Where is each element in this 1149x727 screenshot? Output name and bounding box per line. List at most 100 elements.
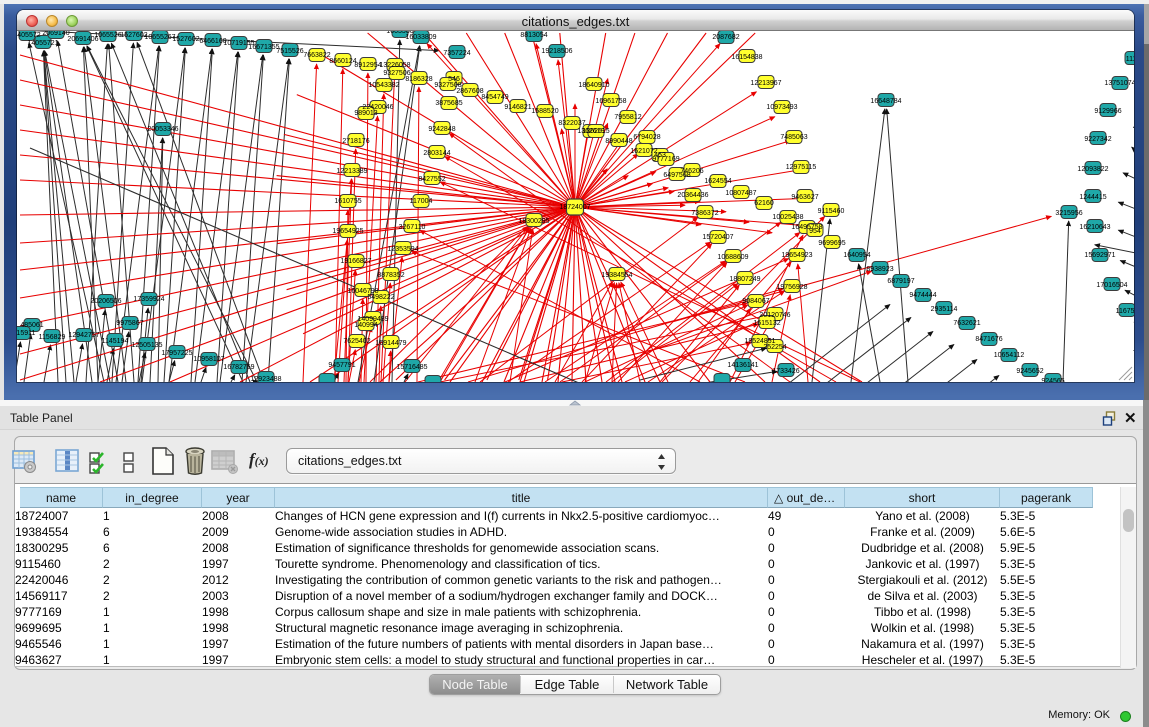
svg-text:10025438: 10025438: [772, 214, 803, 221]
svg-text:8322037: 8322037: [558, 120, 585, 127]
svg-text:16154838: 16154838: [731, 54, 762, 61]
svg-text:7955812: 7955812: [614, 114, 641, 121]
svg-text:19756928: 19756928: [776, 284, 807, 291]
svg-text:7663822: 7663822: [303, 52, 330, 59]
svg-text:19384554: 19384554: [601, 272, 632, 279]
svg-text:9146821: 9146821: [504, 104, 531, 111]
svg-text:9474444: 9474444: [909, 292, 936, 299]
svg-text:9084067: 9084067: [742, 298, 769, 305]
svg-text:62160: 62160: [754, 200, 774, 207]
svg-text:10958107: 10958107: [193, 356, 224, 363]
svg-text:1640954: 1640954: [843, 252, 870, 259]
svg-text:18640910: 18640910: [578, 82, 609, 89]
svg-text:12975115: 12975115: [786, 164, 817, 171]
svg-text:10655267: 10655267: [144, 34, 175, 41]
svg-text:17016504: 17016504: [1096, 282, 1127, 289]
svg-text:19654923: 19654923: [781, 252, 812, 259]
svg-text:20053346: 20053346: [147, 126, 178, 133]
svg-text:10654112: 10654112: [994, 352, 1025, 359]
svg-text:12093822: 12093822: [1077, 166, 1108, 173]
svg-text:20206506: 20206506: [90, 298, 121, 305]
svg-text:8813054: 8813054: [520, 32, 547, 39]
svg-text:1527602: 1527602: [172, 36, 199, 43]
svg-text:6794028: 6794028: [633, 134, 660, 141]
svg-text:16033809: 16033809: [405, 34, 436, 41]
svg-text:10807487: 10807487: [725, 190, 756, 197]
svg-text:9975867: 9975867: [116, 320, 143, 327]
svg-text:14055721: 14055721: [27, 40, 58, 47]
svg-text:8660124: 8660124: [329, 58, 356, 65]
svg-text:18807249: 18807249: [729, 276, 760, 283]
svg-text:746206: 746206: [680, 168, 703, 175]
svg-text:1362615: 1362615: [582, 128, 609, 135]
svg-text:9777169: 9777169: [652, 156, 679, 163]
svg-text:8471676: 8471676: [975, 336, 1002, 343]
svg-text:19166827: 19166827: [340, 258, 371, 265]
svg-text:19218506: 19218506: [541, 48, 572, 55]
svg-text:10973493: 10973493: [766, 104, 797, 111]
svg-text:16210643: 16210643: [1079, 224, 1110, 231]
svg-text:16961758: 16961758: [595, 98, 626, 105]
svg-text:16914479: 16914479: [375, 340, 406, 347]
svg-text:16671355: 16671355: [248, 44, 279, 51]
svg-text:2718176: 2718176: [342, 138, 369, 145]
svg-text:7625402: 7625402: [343, 338, 370, 345]
svg-text:1610755: 1610755: [334, 198, 361, 205]
svg-text:1588520: 1588520: [531, 108, 558, 115]
svg-text:17359924: 17359924: [133, 296, 164, 303]
svg-text:9457791: 9457791: [328, 362, 355, 369]
svg-text:8186328: 8186328: [405, 76, 432, 83]
svg-text:3267110: 3267110: [399, 224, 426, 231]
svg-text:9242848: 9242848: [428, 126, 455, 133]
svg-text:9129966: 9129966: [1094, 108, 1121, 115]
svg-text:9463627: 9463627: [791, 194, 818, 201]
svg-text:12942757: 12942757: [68, 332, 99, 339]
svg-text:1624554: 1624554: [704, 178, 731, 185]
svg-text:8878352: 8878352: [377, 272, 404, 279]
svg-text:7515526: 7515526: [276, 48, 303, 55]
svg-text:6879197: 6879197: [887, 278, 914, 285]
svg-text:117004: 117004: [410, 198, 433, 205]
svg-text:17957225: 17957225: [161, 350, 192, 357]
svg-text:16648784: 16648784: [870, 98, 901, 105]
svg-text:15720407: 15720407: [702, 234, 733, 241]
svg-text:16782759: 16782759: [223, 364, 254, 371]
svg-text:8427552: 8427552: [418, 176, 445, 183]
svg-text:7386372: 7386372: [691, 210, 718, 217]
svg-text:1405572: 1405572: [17, 32, 41, 39]
svg-text:8454749: 8454749: [481, 94, 508, 101]
svg-text:13751074: 13751074: [1104, 80, 1134, 87]
svg-text:116753: 116753: [1116, 308, 1134, 315]
svg-text:7485063: 7485063: [780, 134, 807, 141]
svg-text:485061: 485061: [20, 322, 43, 329]
svg-text:5498222: 5498222: [367, 294, 394, 301]
svg-text:9245652: 9245652: [1016, 368, 1043, 375]
svg-text:13226058: 13226058: [379, 62, 410, 69]
svg-text:3875685: 3875685: [435, 100, 462, 107]
svg-text:1145194: 1145194: [102, 338, 129, 345]
svg-text:9115460: 9115460: [818, 208, 845, 215]
svg-text:1065526: 1065526: [94, 32, 121, 39]
svg-text:1244415: 1244415: [1079, 194, 1106, 201]
svg-text:10688609: 10688609: [717, 254, 748, 261]
svg-text:20364436: 20364436: [677, 192, 708, 199]
svg-text:3215956: 3215956: [1055, 210, 1082, 217]
svg-text:8912954: 8912954: [354, 62, 381, 69]
svg-text:2087682: 2087682: [712, 34, 739, 41]
svg-text:1615132: 1615132: [753, 320, 780, 327]
svg-text:924565: 924565: [1041, 378, 1064, 382]
svg-text:15716485: 15716485: [396, 364, 427, 371]
svg-text:9227342: 9227342: [1084, 136, 1111, 143]
svg-text:8938923: 8938923: [866, 266, 893, 273]
svg-text:954: 954: [809, 228, 821, 235]
svg-text:989013: 989013: [354, 110, 377, 117]
svg-text:7357224: 7357224: [443, 50, 470, 57]
svg-text:1117: 1117: [1126, 56, 1134, 63]
svg-text:18300295: 18300295: [518, 218, 549, 225]
svg-text:2935114: 2935114: [931, 306, 958, 313]
svg-text:9699695: 9699695: [818, 240, 845, 247]
svg-text:12923488: 12923488: [250, 376, 281, 382]
svg-text:20120746: 20120746: [759, 312, 790, 319]
svg-text:12505135: 12505135: [131, 342, 162, 349]
svg-text:1733426: 1733426: [772, 368, 799, 375]
